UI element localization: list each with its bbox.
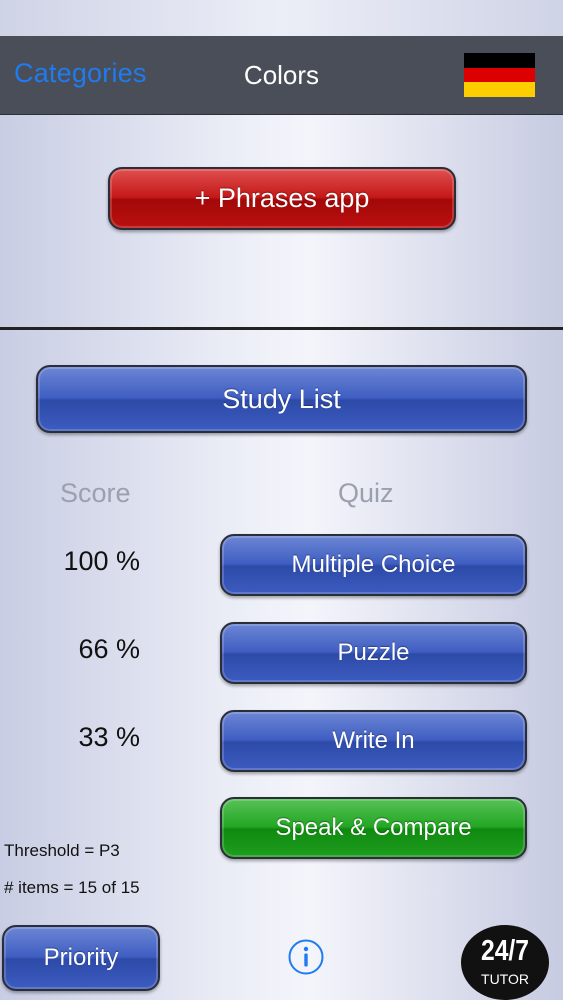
tutor-logo-top: 24/7: [481, 935, 529, 967]
section-divider: [0, 327, 563, 330]
threshold-text: Threshold = P3: [4, 841, 120, 860]
write-in-button[interactable]: Write In: [220, 710, 527, 772]
multiple-choice-score: 100 %: [63, 546, 140, 576]
write-in-score: 33 %: [78, 722, 140, 752]
multiple-choice-button[interactable]: Multiple Choice: [220, 534, 527, 596]
items-count-text: # items = 15 of 15: [4, 878, 140, 897]
tutor-logo[interactable]: 24/7 TUTOR: [461, 925, 549, 1000]
priority-button[interactable]: Priority: [2, 925, 160, 991]
tutor-logo-bottom: TUTOR: [481, 971, 529, 987]
score-header: Score: [60, 478, 131, 508]
germany-flag-icon[interactable]: [464, 53, 535, 97]
quiz-header: Quiz: [338, 478, 394, 508]
study-list-button[interactable]: Study List: [36, 365, 527, 433]
info-icon[interactable]: [288, 939, 324, 975]
phrases-app-button[interactable]: + Phrases app: [108, 167, 456, 230]
speak-compare-button[interactable]: Speak & Compare: [220, 797, 527, 859]
status-bar: [0, 0, 563, 36]
puzzle-score: 66 %: [78, 634, 140, 664]
navigation-bar: Categories Colors: [0, 36, 563, 115]
puzzle-button[interactable]: Puzzle: [220, 622, 527, 684]
